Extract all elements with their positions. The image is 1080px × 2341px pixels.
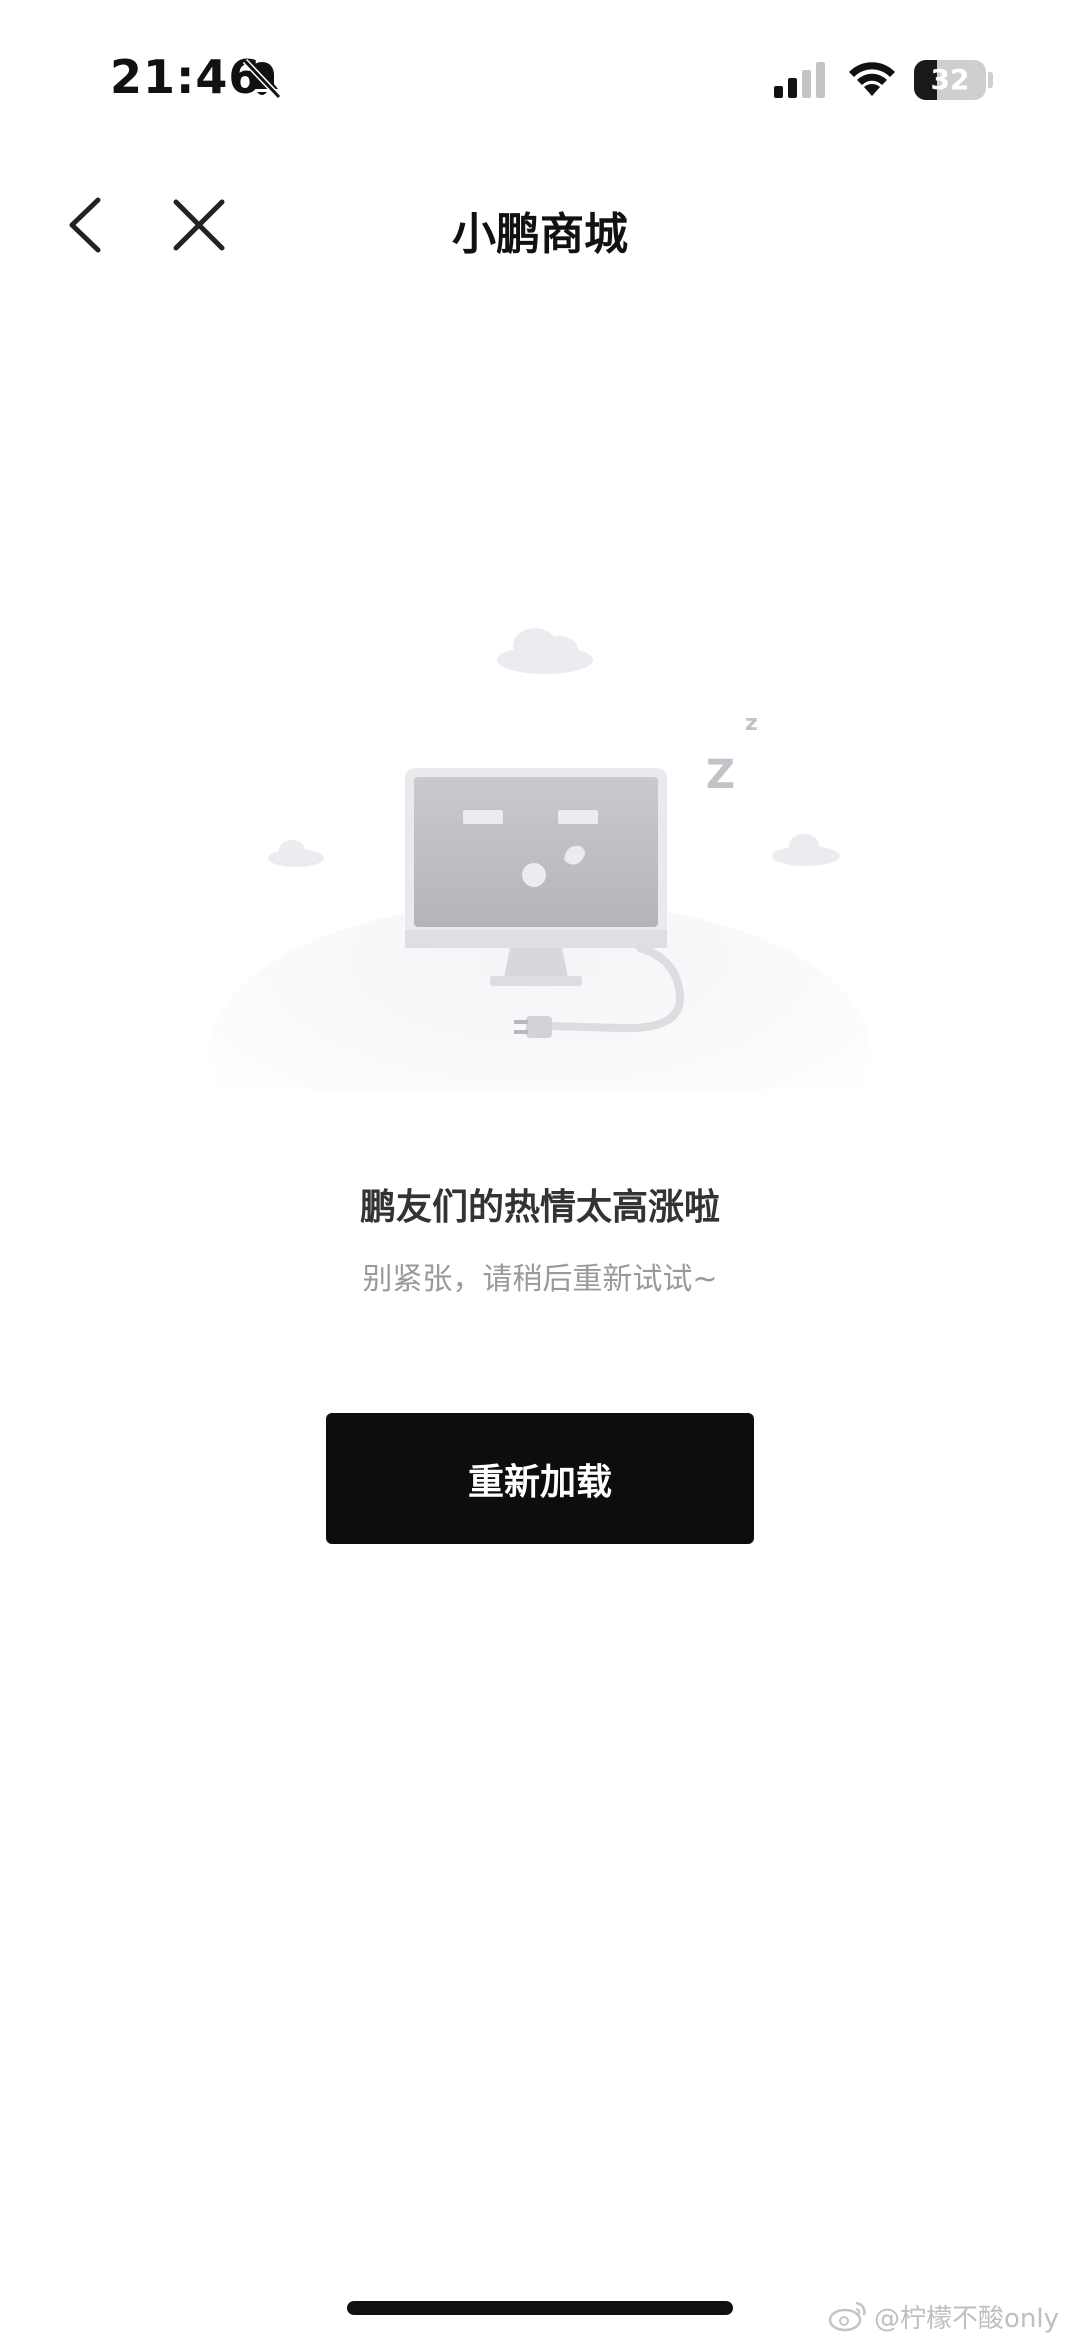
battery-level: 32 [930,63,970,96]
battery-icon: 32 [914,60,986,100]
home-indicator[interactable] [347,2301,733,2315]
svg-text:Z: Z [706,752,735,798]
signal-icon [774,62,825,98]
bell-slash-icon [242,58,282,100]
watermark: @柠檬不酸only [828,2296,1059,2336]
weibo-icon [828,2301,866,2332]
error-subtitle: 别紧张，请稍后重新试试~ [362,1262,718,1297]
back-chevron-icon[interactable] [58,192,118,258]
wifi-icon [849,62,895,96]
sleeping-monitor-illustration: Z z [210,628,870,1090]
reload-button[interactable]: 重新加载 [326,1413,754,1544]
page-title: 小鹏商城 [452,209,628,260]
reload-button-label: 重新加载 [467,1461,612,1503]
error-title: 鹏友们的热情太高涨啦 [359,1187,720,1228]
close-icon[interactable] [166,192,232,258]
svg-text:z: z [745,711,758,736]
battery-cap [988,72,993,88]
status-bar: 21:46 32 [0,0,1080,160]
status-time: 21:46 [110,50,262,104]
nav-bar: 小鹏商城 [0,170,1080,280]
watermark-text: @柠檬不酸only [874,2303,1059,2334]
sleep-z-icon: Z z [706,711,758,798]
